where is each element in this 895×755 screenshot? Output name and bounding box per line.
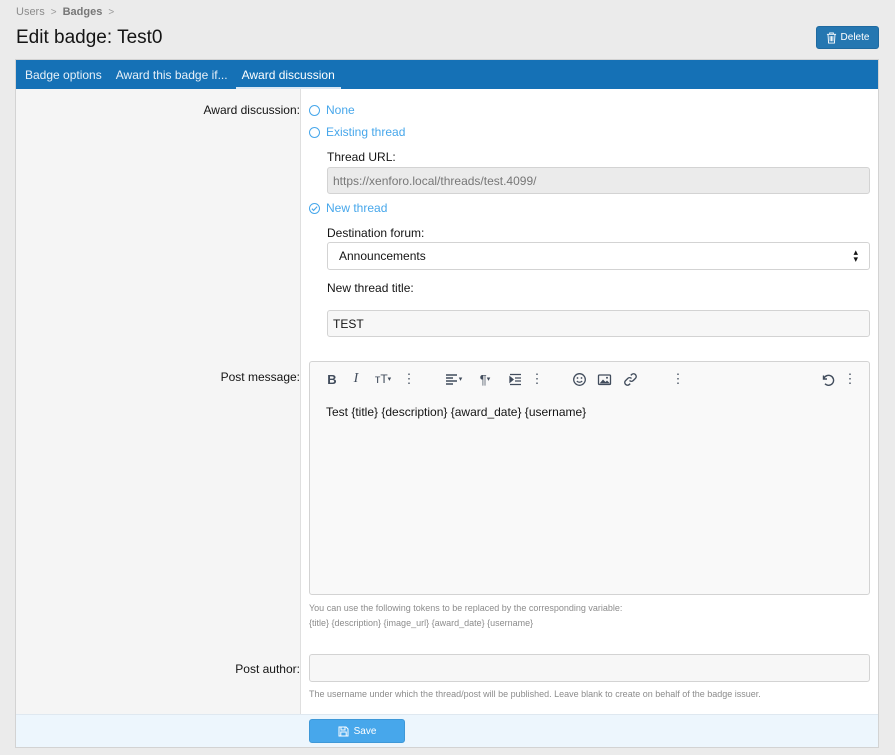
- tokens-list: {title} {description} {image_url} {award…: [309, 618, 534, 628]
- post-author-field[interactable]: [309, 654, 870, 682]
- editor-toolbar: B I ᴛT ▾ ⋮ ▾ ¶ ▾ ⋮ ⋮ ⋮: [310, 362, 869, 396]
- new-thread-title-label: New thread title:: [327, 281, 414, 295]
- thread-url-label: Thread URL:: [327, 150, 396, 164]
- align-icon[interactable]: ▾: [440, 371, 466, 387]
- radio-new-thread[interactable]: New thread: [309, 201, 387, 215]
- radio-none-label: None: [326, 103, 355, 117]
- destination-forum-select[interactable]: Announcements ▴ ▾: [327, 242, 870, 270]
- tab-bar: Badge options Award this badge if... Awa…: [16, 60, 878, 89]
- bold-icon[interactable]: B: [325, 371, 339, 387]
- delete-button-label: Delete: [840, 32, 870, 43]
- post-author-label: Post author:: [235, 662, 300, 676]
- tab-badge-options[interactable]: Badge options: [25, 60, 102, 89]
- post-author-hint: The username under which the thread/post…: [309, 689, 761, 699]
- post-message-editor[interactable]: B I ᴛT ▾ ⋮ ▾ ¶ ▾ ⋮ ⋮ ⋮ Test {title} {des…: [309, 361, 870, 595]
- page-title: Edit badge: Test0: [16, 27, 163, 48]
- edit-panel: Badge options Award this badge if... Awa…: [15, 59, 879, 748]
- undo-icon[interactable]: [819, 371, 835, 387]
- tokens-hint: You can use the following tokens to be r…: [309, 601, 622, 631]
- italic-icon[interactable]: I: [350, 371, 362, 387]
- new-thread-title-field[interactable]: TEST: [327, 310, 870, 337]
- label-column: [16, 89, 301, 714]
- font-size-icon[interactable]: ᴛT ▾: [370, 371, 396, 387]
- breadcrumb-separator: >: [108, 6, 115, 18]
- destination-forum-value: Announcements: [339, 249, 426, 263]
- paragraph-icon[interactable]: ¶ ▾: [473, 371, 497, 387]
- image-icon[interactable]: [596, 371, 612, 387]
- more-vertical-icon[interactable]: ⋮: [531, 371, 544, 387]
- breadcrumb: Users > Badges >: [16, 6, 114, 18]
- select-arrows-icon: ▴ ▾: [853, 247, 858, 264]
- form-body: Award discussion: None Existing thread T…: [16, 89, 878, 714]
- destination-forum-label: Destination forum:: [327, 226, 425, 240]
- radio-new-thread-label: New thread: [326, 201, 388, 215]
- more-vertical-icon[interactable]: ⋮: [403, 371, 416, 387]
- radio-existing-thread-label: Existing thread: [326, 125, 406, 139]
- post-message-label: Post message:: [220, 370, 300, 384]
- save-button-label: Save: [353, 725, 377, 737]
- tokens-hint-line: You can use the following tokens to be r…: [309, 603, 623, 613]
- radio-none[interactable]: None: [309, 103, 355, 117]
- breadcrumb-item-badges[interactable]: Badges: [63, 6, 103, 18]
- radio-circle-icon: [309, 126, 320, 138]
- breadcrumb-separator: >: [50, 6, 57, 18]
- more-vertical-icon[interactable]: ⋮: [672, 371, 685, 387]
- delete-button[interactable]: Delete: [816, 26, 879, 49]
- trash-icon: [826, 32, 836, 43]
- award-discussion-label: Award discussion:: [203, 103, 301, 117]
- save-button[interactable]: Save: [309, 719, 405, 743]
- tab-award-this-badge-if[interactable]: Award this badge if...: [116, 60, 228, 89]
- thread-url-field[interactable]: https://xenforo.local/threads/test.4099/: [327, 167, 870, 194]
- link-icon[interactable]: [622, 371, 638, 387]
- editor-content[interactable]: Test {title} {description} {award_date} …: [326, 405, 586, 419]
- form-footer: Save: [16, 714, 878, 747]
- save-icon: [338, 726, 349, 736]
- smiley-icon[interactable]: [571, 371, 587, 387]
- radio-circle-icon: [309, 104, 320, 116]
- breadcrumb-item-users[interactable]: Users: [16, 6, 45, 18]
- indent-icon[interactable]: [507, 371, 523, 387]
- radio-checked-icon: [309, 202, 320, 214]
- more-vertical-icon[interactable]: ⋮: [844, 371, 857, 387]
- tab-award-discussion[interactable]: Award discussion: [235, 60, 341, 89]
- radio-existing-thread[interactable]: Existing thread: [309, 125, 405, 139]
